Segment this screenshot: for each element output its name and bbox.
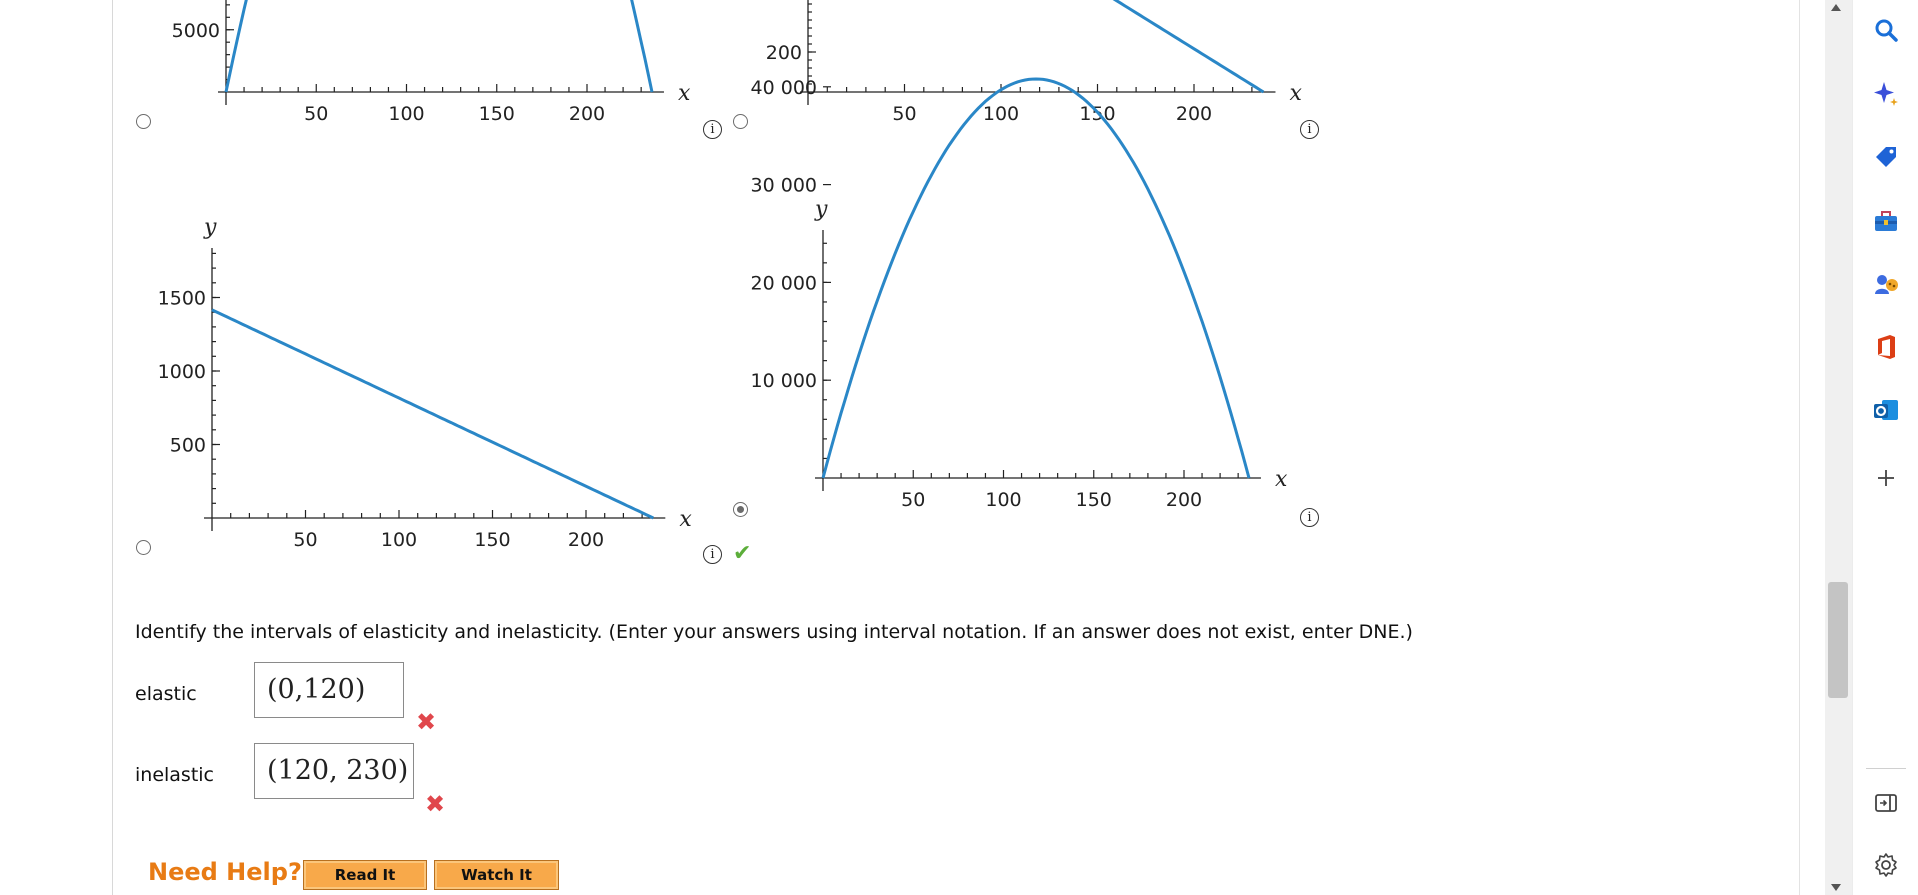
y-tick-label: 500: [170, 435, 206, 457]
watch-it-button[interactable]: Watch It: [434, 860, 559, 890]
x-tick-label: 100: [985, 489, 1021, 511]
y-tick-label: 20 000: [751, 272, 817, 294]
x-tick-label: 200: [569, 103, 605, 125]
x-tick-label: 200: [1166, 489, 1202, 511]
y-tick-label: 30 000: [751, 175, 817, 197]
x-tick-label: 50: [892, 103, 916, 125]
x-axis-label: x: [678, 81, 691, 106]
question-text: Identify the intervals of elasticity and…: [135, 621, 1413, 643]
x-tick-label: 50: [293, 529, 317, 551]
sidebar-divider: [1866, 768, 1906, 769]
scroll-up-arrow-icon[interactable]: [1831, 4, 1841, 11]
info-icon[interactable]: i: [703, 120, 722, 139]
y-axis-label: y: [814, 197, 828, 222]
toolbox-icon[interactable]: [1872, 208, 1900, 236]
x-axis-label: x: [1275, 467, 1288, 492]
question-content: i i i i ✔ 50100150200500010 000x 5010015…: [0, 0, 1800, 895]
x-axis-label: x: [1289, 81, 1302, 106]
scrollbar-thumb[interactable]: [1828, 582, 1848, 698]
incorrect-cross-icon: ✖: [416, 708, 437, 736]
demand-line-curve: [211, 308, 654, 520]
vertical-scrollbar[interactable]: [1825, 0, 1852, 895]
elastic-label: elastic: [135, 683, 197, 705]
y-tick-label: 50 000: [751, 0, 817, 1]
x-tick-label: 150: [479, 103, 515, 125]
x-tick-label: 100: [983, 103, 1019, 125]
y-tick-label: 200: [766, 42, 802, 64]
search-icon[interactable]: [1872, 16, 1900, 44]
info-icon[interactable]: i: [703, 545, 722, 564]
y-axis-label: y: [203, 215, 217, 240]
revenue-parabola-curve: [224, 0, 654, 93]
x-tick-label: 50: [901, 489, 925, 511]
office-icon[interactable]: [1872, 333, 1900, 361]
graph-bottom-right: 50 100 150 200 10 000 20 000 30 000 40 000 50 00…: [751, 0, 1288, 511]
x-tick-label: 100: [388, 103, 424, 125]
y-tick-label: 1000: [158, 361, 206, 383]
settings-gear-icon[interactable]: [1872, 851, 1900, 879]
scroll-down-arrow-icon[interactable]: [1831, 884, 1841, 891]
browser-sidebar: [1852, 0, 1918, 895]
inelastic-answer-field[interactable]: (120, 230): [254, 743, 414, 799]
x-tick-label: 50: [304, 103, 328, 125]
graph-bottom-left: 50 100 150 200 500 1000 1500 x y: [158, 215, 693, 551]
revenue-parabola-curve: [821, 77, 1251, 479]
content-left-border: [112, 0, 113, 895]
correct-check-icon: ✔: [733, 541, 752, 566]
x-tick-label: 200: [1176, 103, 1212, 125]
x-tick-label: 150: [474, 529, 510, 551]
graph-top-right: 50 100 150 200200x: [766, 0, 1302, 125]
read-it-button[interactable]: Read It: [303, 860, 427, 890]
shopping-tag-icon[interactable]: [1872, 143, 1900, 171]
content-right-border: [1799, 0, 1800, 895]
y-tick-label: 40 000: [751, 77, 817, 99]
x-tick-label: 200: [568, 529, 604, 551]
need-help-title: Need Help?: [148, 858, 302, 886]
split-screen-icon[interactable]: [1872, 789, 1900, 817]
games-icon[interactable]: [1872, 270, 1900, 298]
graph-top-left: 50100150200500010 000x: [172, 0, 691, 125]
x-tick-label: 100: [381, 529, 417, 551]
elastic-answer-field[interactable]: (0,120): [254, 662, 404, 718]
add-icon[interactable]: [1872, 464, 1900, 492]
copilot-sparkle-icon[interactable]: [1872, 80, 1900, 108]
x-tick-label: 150: [1076, 489, 1112, 511]
inelastic-label: inelastic: [135, 764, 215, 786]
y-tick-label: 10 000: [751, 370, 817, 392]
incorrect-cross-icon: ✖: [425, 790, 446, 818]
y-tick-label: 5000: [172, 20, 220, 42]
y-tick-label: 1500: [158, 288, 206, 310]
outlook-icon[interactable]: [1872, 396, 1900, 424]
x-axis-label: x: [679, 507, 692, 532]
